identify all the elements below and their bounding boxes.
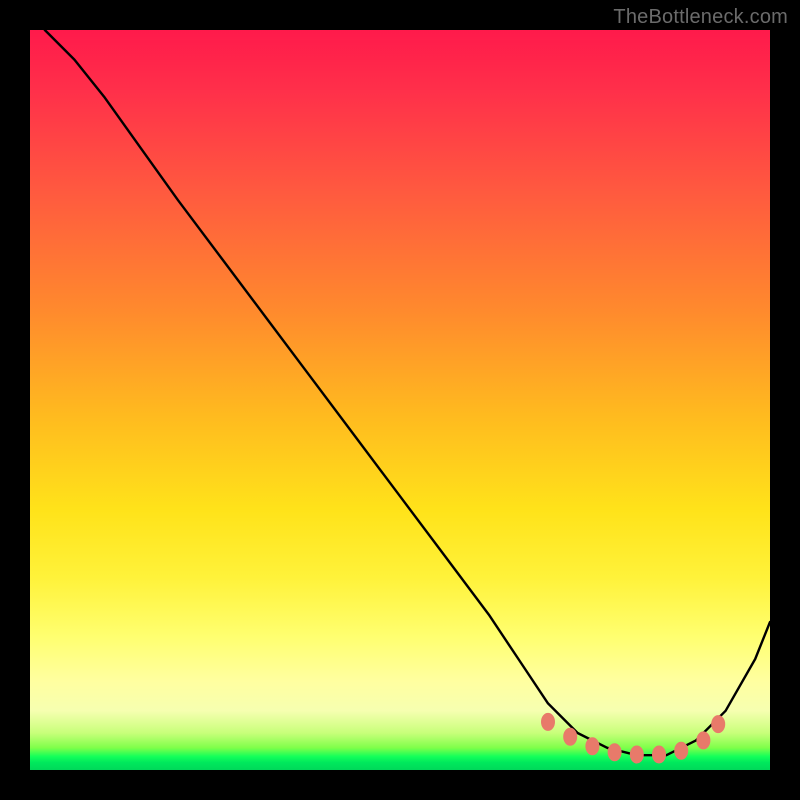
watermark-text: TheBottleneck.com [613,6,788,29]
highlight-dot [630,746,644,764]
highlight-dot [711,715,725,733]
highlight-dot [541,713,555,731]
chart-svg [30,30,770,770]
highlight-dot [652,746,666,764]
highlight-dot [585,737,599,755]
highlight-dot [674,742,688,760]
chart-frame: TheBottleneck.com [0,0,800,800]
highlight-dot [563,728,577,746]
bottleneck-curve [45,30,770,755]
highlight-dots [541,713,725,764]
highlight-dot [608,743,622,761]
highlight-dot [696,731,710,749]
